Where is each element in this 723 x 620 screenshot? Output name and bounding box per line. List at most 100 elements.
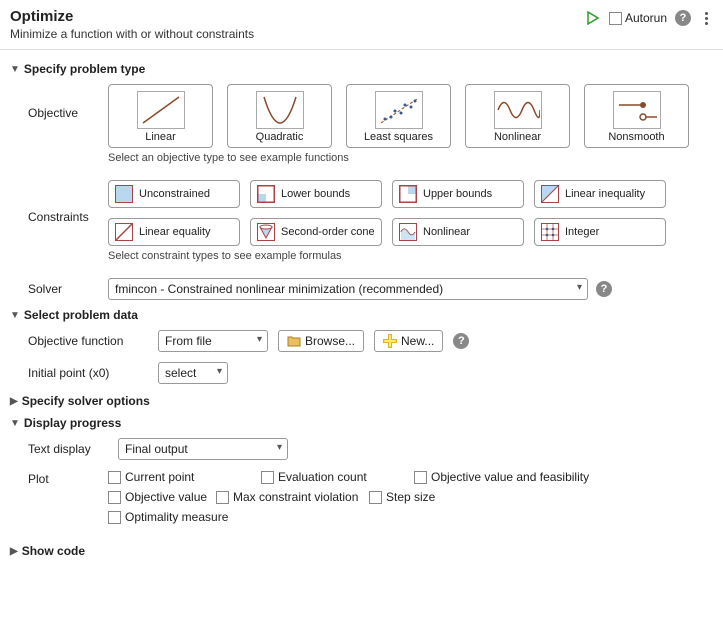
constraint-option-label: Second-order cone (281, 226, 375, 238)
text-display-value: Final output (125, 442, 188, 456)
section-toggle-show-code[interactable]: ▶ Show code (10, 544, 713, 558)
constraint-option-nonlinear[interactable]: Nonlinear (392, 218, 524, 246)
plot-option-label: Current point (125, 470, 194, 484)
objective-option-quadratic[interactable]: Quadratic (227, 84, 332, 148)
section-title: Show code (22, 544, 85, 558)
constraint-option-label: Integer (565, 226, 599, 238)
constraint-option-lower-bounds[interactable]: Lower bounds (250, 180, 382, 208)
plot-option-label: Objective value and feasibility (431, 470, 589, 484)
section-toggle-problem-type[interactable]: ▼ Specify problem type (10, 62, 713, 76)
section-title: Specify solver options (22, 394, 150, 408)
objective-option-nonlinear[interactable]: Nonlinear (465, 84, 570, 148)
plot-option-label: Evaluation count (278, 470, 367, 484)
collapse-icon: ▼ (10, 418, 20, 429)
objective-option-label: Nonlinear (494, 131, 541, 143)
checkbox-icon (108, 491, 121, 504)
new-button[interactable]: New... (374, 330, 443, 352)
integer-icon (541, 223, 559, 241)
constraint-option-linear-equality[interactable]: Linear equality (108, 218, 240, 246)
folder-icon (287, 335, 301, 347)
objective-function-value: From file (165, 334, 212, 348)
objective-option-label: Quadratic (256, 131, 304, 143)
constraint-option-upper-bounds[interactable]: Upper bounds (392, 180, 524, 208)
objective-option-label: Linear (145, 131, 176, 143)
least-squares-icon (375, 91, 423, 129)
plot-checkbox-optimality-measure[interactable]: Optimality measure (108, 510, 298, 524)
constraint-option-label: Linear inequality (565, 188, 645, 200)
collapse-icon: ▼ (10, 310, 20, 321)
new-label: New... (401, 334, 434, 348)
plot-option-label: Optimality measure (125, 510, 228, 524)
objective-function-label: Objective function (28, 334, 148, 348)
constraint-option-linear-inequality[interactable]: Linear inequality (534, 180, 666, 208)
nonsmooth-icon (613, 91, 661, 129)
section-title: Specify problem type (24, 62, 145, 76)
expand-icon: ▶ (10, 546, 18, 557)
objective-option-least-squares[interactable]: Least squares (346, 84, 451, 148)
plot-label: Plot (28, 470, 108, 486)
browse-button[interactable]: Browse... (278, 330, 364, 352)
solver-select[interactable]: fmincon - Constrained nonlinear minimiza… (108, 278, 588, 300)
linear-equality-icon (115, 223, 133, 241)
plus-icon (383, 334, 397, 348)
run-button[interactable] (585, 10, 601, 26)
checkbox-icon (216, 491, 229, 504)
section-toggle-display-progress[interactable]: ▼ Display progress (10, 416, 713, 430)
unconstrained-icon (115, 185, 133, 203)
constraint-option-label: Unconstrained (139, 188, 210, 200)
constraint-option-label: Lower bounds (281, 188, 350, 200)
objective-function-help-button[interactable]: ? (453, 333, 469, 349)
objective-option-nonsmooth[interactable]: Nonsmooth (584, 84, 689, 148)
browse-label: Browse... (305, 334, 355, 348)
initial-point-label: Initial point (x0) (28, 366, 148, 380)
play-icon (586, 11, 600, 25)
lower-bounds-icon (257, 185, 275, 203)
objective-label: Objective (28, 84, 108, 120)
text-display-select[interactable]: Final output (118, 438, 288, 460)
checkbox-icon (609, 12, 622, 25)
cone-icon (257, 223, 275, 241)
plot-checkbox-objective-feasibility[interactable]: Objective value and feasibility (414, 470, 604, 484)
plot-checkbox-evaluation-count[interactable]: Evaluation count (261, 470, 406, 484)
constraints-hint: Select constraint types to see example f… (108, 250, 713, 262)
checkbox-icon (108, 471, 121, 484)
section-toggle-solver-options[interactable]: ▶ Specify solver options (10, 394, 713, 408)
constraint-option-integer[interactable]: Integer (534, 218, 666, 246)
plot-checkbox-current-point[interactable]: Current point (108, 470, 253, 484)
solver-value: fmincon - Constrained nonlinear minimiza… (115, 282, 443, 296)
constraint-option-label: Upper bounds (423, 188, 492, 200)
autorun-label: Autorun (625, 11, 667, 25)
checkbox-icon (108, 511, 121, 524)
checkbox-icon (369, 491, 382, 504)
plot-option-label: Max constraint violation (233, 490, 358, 504)
text-display-label: Text display (28, 442, 108, 456)
page-subtitle: Minimize a function with or without cons… (10, 27, 585, 41)
constraint-option-unconstrained[interactable]: Unconstrained (108, 180, 240, 208)
objective-option-label: Nonsmooth (608, 131, 664, 143)
objective-option-label: Least squares (364, 131, 433, 143)
section-toggle-problem-data[interactable]: ▼ Select problem data (10, 308, 713, 322)
expand-icon: ▶ (10, 396, 18, 407)
linear-icon (137, 91, 185, 129)
initial-point-select[interactable]: select (158, 362, 228, 384)
constraint-option-second-order-cone[interactable]: Second-order cone (250, 218, 382, 246)
more-options-button[interactable] (699, 10, 713, 26)
nonlinear-constraint-icon (399, 223, 417, 241)
autorun-checkbox[interactable]: Autorun (609, 11, 667, 25)
checkbox-icon (261, 471, 274, 484)
solver-label: Solver (28, 278, 108, 296)
plot-checkbox-step-size[interactable]: Step size (369, 490, 514, 504)
plot-checkbox-max-constraint-violation[interactable]: Max constraint violation (216, 490, 361, 504)
solver-help-button[interactable]: ? (596, 281, 612, 297)
plot-checkbox-objective-value[interactable]: Objective value (108, 490, 208, 504)
constraint-option-label: Linear equality (139, 226, 211, 238)
objective-function-select[interactable]: From file (158, 330, 268, 352)
nonlinear-icon (494, 91, 542, 129)
plot-option-label: Step size (386, 490, 435, 504)
quadratic-icon (256, 91, 304, 129)
objective-option-linear[interactable]: Linear (108, 84, 213, 148)
section-title: Display progress (24, 416, 121, 430)
help-button[interactable]: ? (675, 10, 691, 26)
linear-inequality-icon (541, 185, 559, 203)
constraints-label: Constraints (28, 180, 108, 224)
